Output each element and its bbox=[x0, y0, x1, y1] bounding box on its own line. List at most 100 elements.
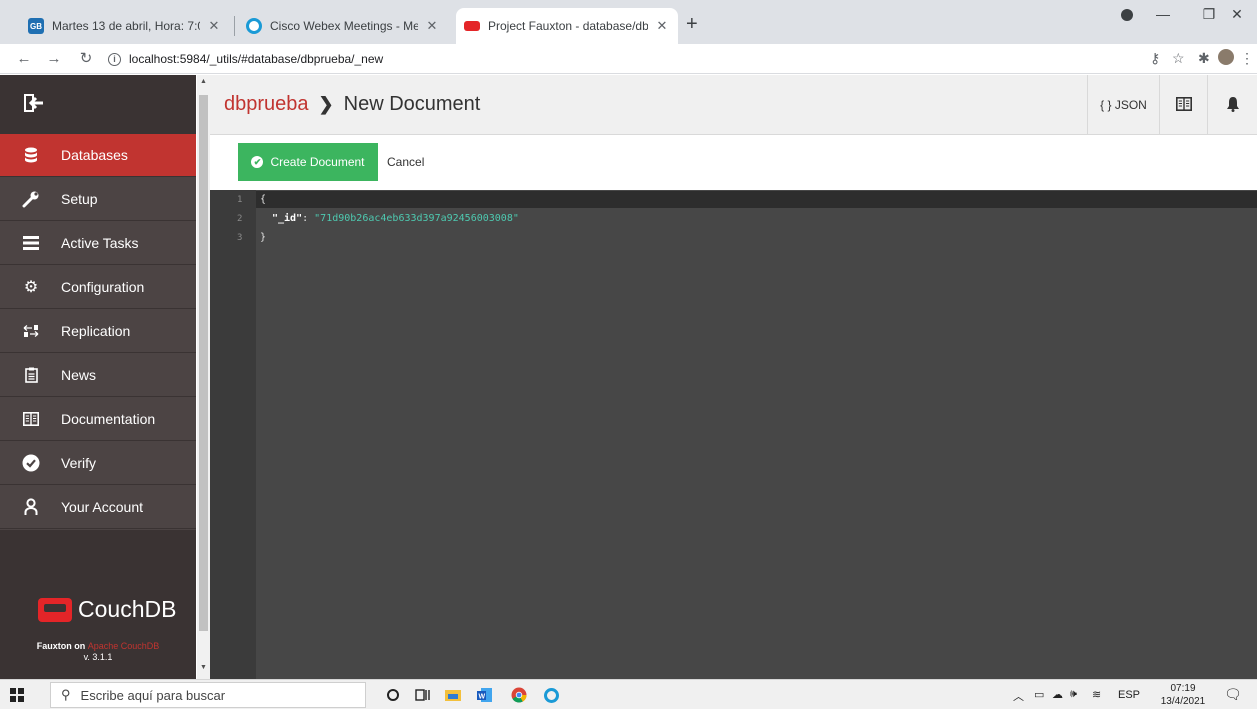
close-icon[interactable]: ✕ bbox=[424, 18, 440, 34]
scroll-up-icon[interactable]: ▲ bbox=[200, 78, 207, 85]
gear-icon: ⚙ bbox=[23, 279, 39, 296]
documentation-button[interactable] bbox=[1159, 75, 1207, 135]
sidebar-item-replication[interactable]: Replication bbox=[0, 310, 196, 353]
cloud-icon[interactable]: ☁ bbox=[1052, 688, 1063, 701]
taskbar-clock[interactable]: 07:19 13/4/2021 bbox=[1160, 682, 1206, 708]
sidebar-item-your-account[interactable]: Your Account bbox=[0, 486, 196, 529]
wifi-icon[interactable]: ≋ bbox=[1092, 688, 1101, 701]
star-icon[interactable]: ☆ bbox=[1172, 50, 1185, 67]
browser-tab-title: Project Fauxton - database/dbpr bbox=[488, 19, 648, 33]
apache-couchdb-link[interactable]: Apache CouchDB bbox=[88, 641, 160, 651]
sidebar-item-documentation[interactable]: Documentation bbox=[0, 398, 196, 441]
sidebar: Databases Setup Active Tasks ⚙ Configura… bbox=[0, 75, 196, 679]
sidebar-item-label: Verify bbox=[61, 455, 97, 471]
couchdb-favicon-icon bbox=[464, 21, 480, 31]
document-toolbar: ✔ Create Document Cancel bbox=[210, 136, 1257, 190]
bell-icon bbox=[1226, 96, 1240, 115]
sidebar-item-label: News bbox=[61, 367, 97, 383]
wrench-icon bbox=[22, 190, 40, 208]
taskbar-search-input[interactable]: ⚲ Escribe aquí para buscar bbox=[50, 682, 366, 708]
line-number: 2 bbox=[237, 214, 243, 224]
fauxton-credit: Fauxton on Apache CouchDB bbox=[0, 641, 196, 651]
collapse-sidebar-icon[interactable] bbox=[24, 94, 44, 114]
webex-icon[interactable] bbox=[542, 686, 560, 704]
browser-tab-webex[interactable]: Cisco Webex Meetings - Meeting ✕ bbox=[238, 8, 448, 44]
line-number: 3 bbox=[237, 233, 243, 243]
notifications-button[interactable] bbox=[1207, 75, 1257, 135]
webex-favicon-icon bbox=[246, 18, 262, 34]
json-value: "71d90b26ac4eb633d397a92456003008" bbox=[314, 213, 519, 224]
chevron-right-icon: ❯ bbox=[318, 94, 334, 114]
url-input[interactable]: i localhost:5984/_utils/#database/dbprue… bbox=[108, 48, 1078, 70]
file-explorer-icon[interactable] bbox=[444, 686, 462, 704]
close-icon[interactable]: ✕ bbox=[206, 18, 222, 34]
cancel-link[interactable]: Cancel bbox=[387, 155, 424, 169]
breadcrumb-database-link[interactable]: dbprueba bbox=[224, 93, 309, 116]
sidebar-item-setup[interactable]: Setup bbox=[0, 178, 196, 221]
sidebar-scrollbar[interactable]: ▲ ▼ bbox=[197, 75, 210, 679]
check-circle-icon: ✔ bbox=[251, 156, 264, 168]
book-icon bbox=[1175, 96, 1192, 114]
taskbar: ⚲ Escribe aquí para buscar W ︿ ▭ ☁ 🕪 ≋ E… bbox=[0, 679, 1257, 709]
clock-date: 13/4/2021 bbox=[1160, 696, 1206, 707]
volume-icon[interactable]: 🕪 bbox=[1070, 688, 1077, 701]
svg-text:W: W bbox=[479, 694, 486, 701]
sidebar-item-active-tasks[interactable]: Active Tasks bbox=[0, 222, 196, 265]
info-icon[interactable]: i bbox=[108, 52, 121, 66]
windows-start-icon[interactable] bbox=[10, 688, 24, 702]
book-icon bbox=[22, 410, 40, 428]
address-bar: ← → ↻ i localhost:5984/_utils/#database/… bbox=[0, 44, 1257, 74]
window-close-icon[interactable]: ✕ bbox=[1214, 6, 1257, 23]
search-icon: ⚲ bbox=[61, 687, 71, 702]
url-text: localhost:5984/_utils/#database/dbprueba… bbox=[129, 52, 384, 66]
sidebar-toggle[interactable] bbox=[0, 75, 196, 134]
sidebar-footer: CouchDB Fauxton on Apache CouchDB v. 3.1… bbox=[0, 530, 196, 679]
breadcrumb: dbprueba ❯ New Document bbox=[224, 93, 480, 116]
browser-tab-title: Cisco Webex Meetings - Meeting bbox=[270, 19, 418, 33]
menu-kebab-icon[interactable]: ⋮ bbox=[1240, 50, 1254, 67]
scroll-down-icon[interactable]: ▼ bbox=[200, 664, 207, 671]
tasks-icon bbox=[22, 234, 40, 252]
avatar[interactable] bbox=[1218, 49, 1234, 68]
json-editor[interactable]: 1 2 3 { "_id": "71d90b26ac4eb633d397a924… bbox=[210, 190, 1257, 679]
chrome-icon[interactable] bbox=[510, 686, 528, 704]
back-arrow-icon[interactable]: ← bbox=[14, 50, 34, 68]
sidebar-item-label: Setup bbox=[61, 191, 98, 207]
notifications-icon[interactable]: 🗨 bbox=[1224, 686, 1242, 703]
page-title: New Document bbox=[343, 93, 481, 115]
json-key: "_id" bbox=[272, 213, 303, 224]
browser-tab-title: Martes 13 de abril, Hora: 7:00 a.m bbox=[52, 19, 200, 33]
sidebar-item-databases[interactable]: Databases bbox=[0, 134, 196, 177]
code-line[interactable]: } bbox=[260, 230, 266, 246]
sidebar-item-verify[interactable]: Verify bbox=[0, 442, 196, 485]
sidebar-item-label: Your Account bbox=[61, 499, 143, 515]
sidebar-item-label: Configuration bbox=[61, 279, 145, 295]
sidebar-item-configuration[interactable]: ⚙ Configuration bbox=[0, 266, 196, 309]
code-line[interactable]: { bbox=[260, 192, 266, 208]
sidebar-item-news[interactable]: News bbox=[0, 354, 196, 397]
task-view-icon[interactable] bbox=[414, 686, 432, 704]
cortana-icon[interactable] bbox=[384, 686, 402, 704]
browser-tab-fauxton[interactable]: Project Fauxton - database/dbpr ✕ bbox=[456, 8, 678, 44]
minimize-icon[interactable]: — bbox=[1140, 6, 1186, 22]
chevron-up-icon[interactable]: ︿ bbox=[1013, 688, 1024, 704]
language-indicator[interactable]: ESP bbox=[1118, 689, 1140, 701]
sidebar-item-label: Active Tasks bbox=[61, 235, 139, 251]
scrollbar-thumb[interactable] bbox=[199, 95, 208, 631]
new-tab-button[interactable]: + bbox=[686, 14, 698, 34]
key-icon[interactable]: ⚷ bbox=[1150, 50, 1160, 67]
browser-tabbar: GB Martes 13 de abril, Hora: 7:00 a.m ✕ … bbox=[0, 0, 1257, 44]
word-icon[interactable]: W bbox=[476, 686, 494, 704]
extensions-icon[interactable]: ✱ bbox=[1198, 50, 1210, 67]
code-line[interactable]: "_id": "71d90b26ac4eb633d397a92456003008… bbox=[272, 211, 519, 227]
create-document-button[interactable]: ✔ Create Document bbox=[238, 143, 378, 181]
forward-arrow-icon[interactable]: → bbox=[44, 50, 64, 68]
reload-icon[interactable]: ↻ bbox=[76, 50, 96, 68]
close-icon[interactable]: ✕ bbox=[654, 18, 670, 34]
json-colon: : bbox=[302, 213, 315, 224]
json-button[interactable]: { } JSON bbox=[1087, 75, 1159, 135]
battery-icon[interactable]: ▭ bbox=[1034, 688, 1044, 701]
sidebar-item-label: Replication bbox=[61, 323, 131, 339]
clipboard-icon bbox=[22, 366, 40, 384]
browser-tab-meeting[interactable]: GB Martes 13 de abril, Hora: 7:00 a.m ✕ bbox=[20, 8, 230, 44]
